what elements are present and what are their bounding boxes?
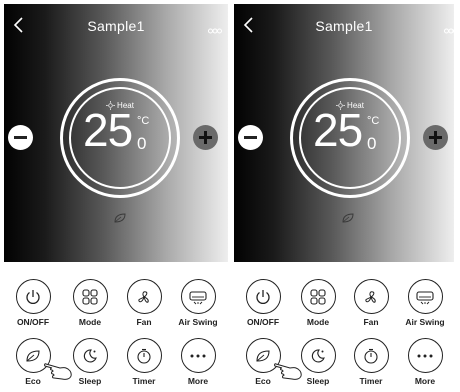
fan-label: Fan <box>363 317 379 327</box>
timer-button-circle[interactable] <box>126 338 162 373</box>
temperature-decimal: 0 <box>367 134 377 153</box>
mode-grid-icon <box>310 288 326 305</box>
top-bar: Sample1 <box>234 4 454 44</box>
power-icon <box>256 289 270 304</box>
sleep-button-circle[interactable] <box>72 338 108 373</box>
more-button[interactable]: More <box>400 338 450 386</box>
timer-button-circle[interactable] <box>353 338 389 373</box>
temp-increase-button[interactable] <box>193 125 218 150</box>
air-swing-icon <box>416 290 434 304</box>
power-label: ON/OFF <box>16 317 50 327</box>
more-button-circle[interactable] <box>407 338 443 373</box>
fan-button-circle[interactable] <box>126 279 162 314</box>
pointing-hand-icon <box>274 363 302 380</box>
air-swing-button[interactable]: Air Swing <box>173 279 223 327</box>
device-title: Sample1 <box>315 18 373 34</box>
air-swing-button[interactable]: Air Swing <box>400 279 450 327</box>
more-button[interactable]: More <box>173 338 223 386</box>
timer-label: Timer <box>132 376 156 386</box>
power-button[interactable]: ON/OFF <box>8 279 58 327</box>
timer-button[interactable]: Timer <box>119 338 169 386</box>
power-button[interactable]: ON/OFF <box>238 279 288 327</box>
fan-icon <box>365 290 376 303</box>
more-options-icon[interactable] <box>208 28 222 34</box>
eco-leaf-icon <box>256 349 270 362</box>
more-dots-icon <box>417 354 433 357</box>
temperature-ring: Heat 25 °C 0 <box>60 78 180 198</box>
more-options-icon[interactable] <box>444 28 454 34</box>
temp-decrease-button[interactable] <box>238 125 263 150</box>
air-swing-button-circle[interactable] <box>407 279 443 314</box>
power-label: ON/OFF <box>246 317 280 327</box>
timer-icon <box>137 348 151 364</box>
more-button-circle[interactable] <box>180 338 216 373</box>
fan-button[interactable]: Fan <box>346 279 396 327</box>
temp-decrease-button[interactable] <box>8 125 33 150</box>
mode-grid-icon <box>82 288 98 305</box>
eco-leaf-icon <box>26 349 40 362</box>
temperature-decimal: 0 <box>137 134 147 153</box>
temperature-unit: °C <box>367 115 380 127</box>
fan-label: Fan <box>136 317 152 327</box>
mode-button[interactable]: Mode <box>293 279 343 327</box>
temperature-value: 25 <box>313 104 363 156</box>
power-button-circle[interactable] <box>15 279 51 314</box>
air-swing-icon <box>189 290 207 304</box>
sleep-button-circle[interactable] <box>300 338 336 373</box>
control-panel: ON/OFF Mode Fan Air Swing Eco Sleep Time… <box>234 262 454 389</box>
more-label: More <box>187 376 209 386</box>
sleep-moon-icon <box>83 348 97 363</box>
sleep-moon-icon <box>311 348 325 363</box>
more-label: More <box>414 376 436 386</box>
ac-remote-screen-right: Sample1 Heat 25 °C 0 ON/OFF Mode Fan Air… <box>234 4 454 389</box>
mode-button-label: Mode <box>78 317 102 327</box>
mode-button-circle[interactable] <box>300 279 336 314</box>
fan-button[interactable]: Fan <box>119 279 169 327</box>
mode-button[interactable]: Mode <box>65 279 115 327</box>
eco-status-icon <box>342 213 354 223</box>
air-swing-label: Air Swing <box>178 317 218 327</box>
air-swing-button-circle[interactable] <box>180 279 216 314</box>
fan-icon <box>138 290 149 303</box>
fan-button-circle[interactable] <box>353 279 389 314</box>
top-bar: Sample1 <box>4 4 228 44</box>
timer-icon <box>364 348 378 364</box>
timer-label: Timer <box>359 376 383 386</box>
eco-status-icon <box>114 213 126 223</box>
temperature-display-area: Sample1 Heat 25 °C 0 <box>234 4 454 262</box>
device-title: Sample1 <box>87 18 145 34</box>
power-button-circle[interactable] <box>245 279 281 314</box>
temperature-value: 25 <box>83 104 133 156</box>
power-icon <box>26 289 40 304</box>
mode-button-label: Mode <box>306 317 330 327</box>
temperature-unit: °C <box>137 115 150 127</box>
ac-remote-screen-left: Sample1 Heat 25 °C 0 ON/OFF Mode Fan Air… <box>4 4 228 389</box>
control-panel: ON/OFF Mode Fan Air Swing Eco Sleep Time… <box>4 262 228 389</box>
pointing-hand-icon <box>44 363 72 380</box>
temperature-ring: Heat 25 °C 0 <box>290 78 410 198</box>
timer-button[interactable]: Timer <box>346 338 396 386</box>
temperature-display-area: Sample1 Heat 25 °C 0 <box>4 4 228 262</box>
temp-increase-button[interactable] <box>423 125 448 150</box>
air-swing-label: Air Swing <box>405 317 445 327</box>
more-dots-icon <box>190 354 206 357</box>
mode-button-circle[interactable] <box>72 279 108 314</box>
